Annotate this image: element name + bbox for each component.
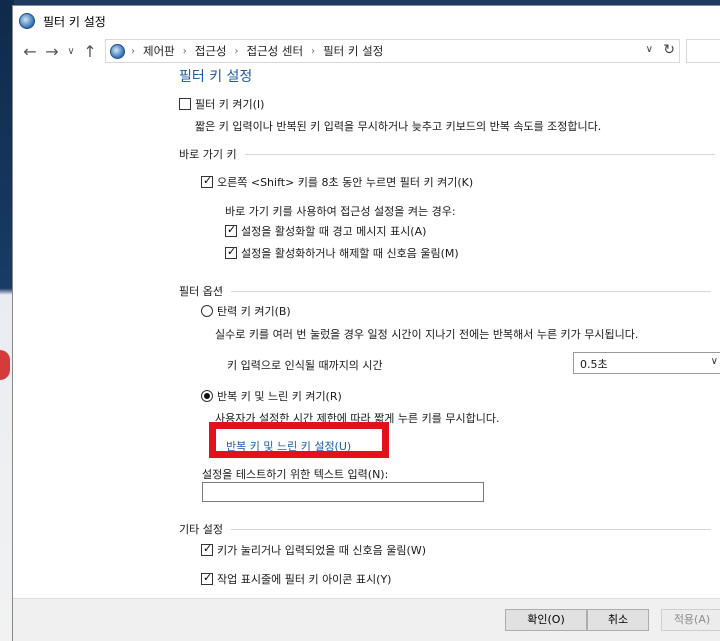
acceptance-time-select[interactable]: 0.5초 ∨ [573, 352, 720, 374]
beep-label[interactable]: 키가 눌리거나 입력되었을 때 신호음 울림(W) [217, 544, 426, 557]
test-input-label: 설정을 테스트하기 위한 텍스트 입력(N): [202, 468, 389, 481]
forward-arrow-icon[interactable]: → [41, 42, 63, 61]
back-arrow-icon[interactable]: ← [19, 42, 41, 61]
bounce-keys-option[interactable]: 탄력 키 켜기(B) [201, 303, 291, 319]
filter-keys-description: 짧은 키 입력이나 반복된 키 입력을 무시하거나 늦추고 키보드의 반복 속도… [195, 120, 602, 133]
repeat-keys-settings-link[interactable]: 반복 키 및 느린 키 설정(U) [226, 438, 351, 454]
shortcut-group-title: 바로 가기 키 [179, 148, 237, 161]
breadcrumb-accessibility[interactable]: 접근성 [195, 43, 227, 59]
filter-options-group-label: 필터 옵션 [179, 283, 711, 299]
other-settings-group-label: 기타 설정 [179, 521, 711, 537]
taskbar-icon-label[interactable]: 작업 표시줄에 필터 키 아이콘 표시(Y) [217, 573, 391, 586]
acceptance-time-label: 키 입력으로 인식될 때까지의 시간 [227, 359, 383, 372]
taskbar-icon-option[interactable]: 작업 표시줄에 필터 키 아이콘 표시(Y) [201, 571, 391, 587]
chevron-down-icon: ∨ [710, 356, 718, 367]
dialog-footer: 확인(O) 취소 적용(A) [13, 598, 720, 641]
title-bar: 필터 키 설정 [13, 6, 720, 36]
repeat-keys-radio[interactable] [201, 390, 213, 402]
group-divider [230, 528, 711, 530]
breadcrumb-ease-of-access-center[interactable]: 접근성 센터 [247, 43, 304, 59]
repeat-keys-option[interactable]: 반복 키 및 느린 키 켜기(R) [201, 388, 342, 404]
address-field[interactable]: › 제어판 › 접근성 › 접근성 센터 › 필터 키 설정 ∨ ↻ [105, 39, 680, 63]
chevron-down-icon[interactable]: ∨ [646, 44, 653, 55]
right-shift-label[interactable]: 오른쪽 <Shift> 키를 8초 동안 누르면 필터 키 켜기(K) [217, 176, 473, 189]
address-bar: ← → ∨ ↑ › 제어판 › 접근성 › 접근성 센터 › 필터 키 설정 ∨… [13, 36, 720, 66]
chevron-right-icon[interactable]: › [235, 46, 239, 57]
chevron-right-icon[interactable]: › [183, 46, 187, 57]
filter-options-group-title: 필터 옵션 [179, 285, 223, 298]
bounce-keys-radio[interactable] [201, 305, 213, 317]
shortcut-subtext: 바로 가기 키를 사용하여 접근성 설정을 켜는 경우: [225, 205, 456, 218]
shortcut-group-label: 바로 가기 키 [179, 146, 715, 162]
chevron-right-icon[interactable]: › [311, 46, 315, 57]
bounce-keys-description: 실수로 키를 여러 번 눌렀을 경우 일정 시간이 지나기 전에는 반복해서 누… [215, 328, 639, 341]
ok-button[interactable]: 확인(O) [505, 609, 587, 631]
page-title: 필터 키 설정 [179, 69, 253, 85]
warning-message-label[interactable]: 설정을 활성화할 때 경고 메시지 표시(A) [241, 225, 426, 238]
window-title: 필터 키 설정 [43, 14, 106, 29]
acceptance-time-value: 0.5초 [580, 358, 608, 371]
toggle-sound-option[interactable]: 설정을 활성화하거나 해제할 때 신호음 울림(M) [225, 245, 459, 261]
apply-button[interactable]: 적용(A) [661, 609, 720, 631]
settings-content: 필터 키 설정 필터 키 켜기(I) 짧은 키 입력이나 반복된 키 입력을 무… [13, 66, 720, 598]
group-divider [230, 290, 711, 292]
chevron-right-icon[interactable]: › [131, 46, 135, 57]
beep-option[interactable]: 키가 눌리거나 입력되었을 때 신호음 울림(W) [201, 542, 426, 558]
cancel-button[interactable]: 취소 [587, 609, 649, 631]
warning-message-checkbox[interactable] [225, 223, 237, 237]
search-input[interactable] [686, 39, 720, 63]
breadcrumb-filter-keys[interactable]: 필터 키 설정 [323, 43, 383, 59]
warning-message-option[interactable]: 설정을 활성화할 때 경고 메시지 표시(A) [225, 223, 426, 239]
up-arrow-icon[interactable]: ↑ [79, 42, 101, 61]
toggle-sound-label[interactable]: 설정을 활성화하거나 해제할 때 신호음 울림(M) [241, 247, 459, 260]
right-shift-option[interactable]: 오른쪽 <Shift> 키를 8초 동안 누르면 필터 키 켜기(K) [201, 174, 473, 190]
filter-keys-on-label[interactable]: 필터 키 켜기(I) [195, 98, 264, 111]
control-panel-icon [110, 43, 125, 59]
group-divider [244, 153, 715, 155]
test-text-input[interactable] [202, 482, 484, 502]
breadcrumb-control-panel[interactable]: 제어판 [143, 43, 175, 59]
right-shift-checkbox[interactable] [201, 174, 213, 188]
filter-keys-on-checkbox[interactable] [179, 98, 191, 110]
recent-pages-chevron-icon[interactable]: ∨ [63, 46, 79, 57]
bounce-keys-label[interactable]: 탄력 키 켜기(B) [217, 305, 291, 318]
filter-keys-on-option[interactable]: 필터 키 켜기(I) [179, 96, 264, 112]
other-settings-group-title: 기타 설정 [179, 523, 223, 536]
beep-checkbox[interactable] [201, 542, 213, 556]
refresh-icon[interactable]: ↻ [663, 42, 675, 58]
toggle-sound-checkbox[interactable] [225, 245, 237, 259]
control-panel-icon [19, 13, 35, 29]
filter-keys-window: 필터 키 설정 ← → ∨ ↑ › 제어판 › 접근성 › 접근성 센터 › 필… [12, 5, 720, 641]
repeat-keys-label[interactable]: 반복 키 및 느린 키 켜기(R) [217, 390, 342, 403]
taskbar-icon-checkbox[interactable] [201, 571, 213, 585]
